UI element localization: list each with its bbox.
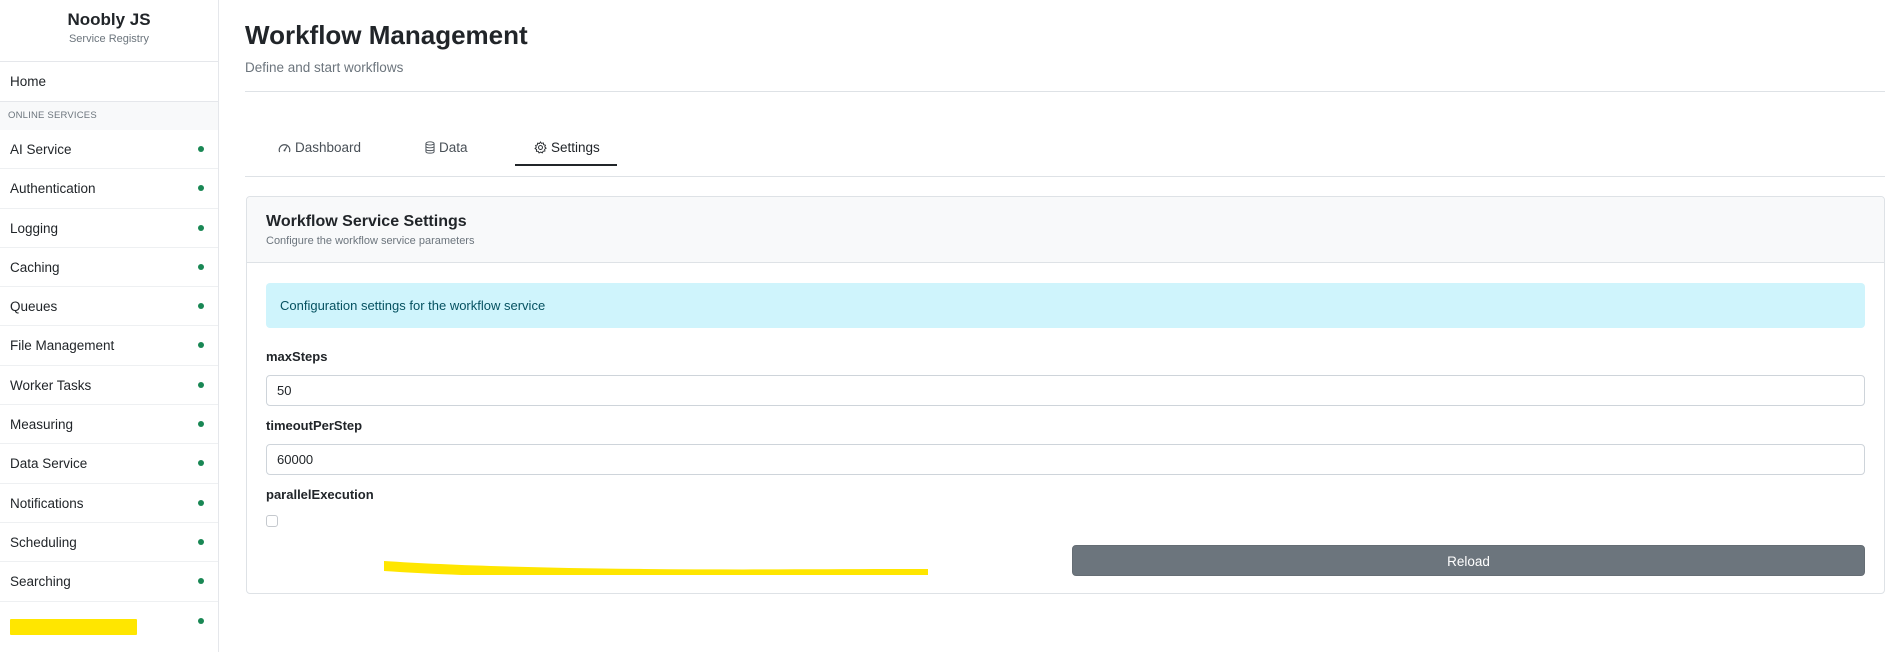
brand-title: Noobly JS	[67, 10, 151, 29]
tab-label: Data	[439, 140, 468, 155]
sidebar-item-searching[interactable]: Searching	[0, 562, 218, 602]
dashboard-gauge-icon	[278, 140, 295, 155]
sidebar-item-label: File Management	[10, 338, 115, 354]
sidebar-item-authentication[interactable]: Authentication	[0, 169, 218, 209]
sidebar-item-label: Scheduling	[10, 534, 77, 550]
gear-icon	[534, 140, 551, 155]
redaction-highlight	[384, 561, 928, 575]
sidebar-item-label: AI Service	[10, 142, 72, 157]
tab-settings[interactable]: Settings	[534, 130, 600, 166]
sidebar-item-label: Queues	[10, 299, 58, 315]
tab-data[interactable]: Data	[425, 130, 468, 166]
sidebar-item-scheduling[interactable]: Scheduling	[0, 523, 218, 563]
sidebar-item-label: Searching	[10, 574, 71, 590]
online-status-dot-icon	[198, 578, 204, 585]
online-status-dot-icon	[198, 617, 204, 624]
reload-button[interactable]: Reload	[1072, 545, 1865, 576]
online-services-section-label: ONLINE SERVICES	[0, 102, 218, 130]
sidebar-item-label: Worker Tasks	[10, 377, 92, 393]
max-steps-label: maxSteps	[266, 349, 328, 364]
tab-dashboard[interactable]: Dashboard	[278, 130, 361, 166]
settings-card: Workflow Service Settings Configure the …	[246, 196, 1885, 594]
card-header: Workflow Service Settings Configure the …	[247, 197, 1884, 263]
online-status-dot-icon	[198, 421, 204, 428]
online-status-dot-icon	[198, 499, 204, 506]
tab-label: Settings	[551, 140, 600, 155]
max-steps-input[interactable]	[266, 375, 1865, 406]
info-alert: Configuration settings for the workflow …	[266, 283, 1865, 328]
card-title: Workflow Service Settings	[266, 213, 467, 230]
timeout-per-step-input[interactable]	[266, 444, 1865, 475]
database-icon	[425, 140, 439, 155]
sidebar-item-measuring[interactable]: Measuring	[0, 405, 218, 445]
sidebar-item-logging[interactable]: Logging	[0, 209, 218, 248]
sidebar-item-label: Caching	[10, 259, 60, 275]
brand-subtitle: Service Registry	[68, 33, 150, 45]
online-status-dot-icon	[198, 224, 204, 231]
online-status-dot-icon	[198, 146, 204, 152]
sidebar-item-worker-tasks[interactable]: Worker Tasks	[0, 366, 218, 406]
sidebar-item-ai-service[interactable]: AI Service	[0, 130, 218, 170]
online-status-dot-icon	[198, 342, 204, 349]
main-content: Workflow Management Define and start wor…	[245, 0, 1885, 652]
sidebar-item-label: Authentication	[10, 181, 96, 197]
online-status-dot-icon	[198, 538, 204, 545]
sidebar-item-caching[interactable]: Caching	[0, 248, 218, 288]
page-subtitle: Define and start workflows	[245, 60, 404, 75]
page-title: Workflow Management	[245, 20, 528, 50]
active-tab-indicator	[515, 164, 617, 166]
sidebar-item-data-service[interactable]: Data Service	[0, 444, 218, 484]
header-divider	[245, 91, 1885, 92]
sidebar-item-label: Logging	[10, 220, 59, 236]
timeout-per-step-label: timeoutPerStep	[266, 418, 363, 433]
sidebar-item-home[interactable]: Home	[0, 62, 218, 102]
sidebar: Noobly JS Service Registry Home ONLINE S…	[0, 0, 219, 652]
tab-label: Dashboard	[295, 140, 362, 155]
sidebar-item-file-management[interactable]: File Management	[0, 326, 218, 366]
sidebar-item-label: Measuring	[10, 417, 74, 433]
sidebar-item-label: Data Service	[10, 456, 88, 472]
redaction-highlight	[10, 619, 137, 635]
sidebar-item-queues[interactable]: Queues	[0, 287, 218, 327]
online-status-dot-icon	[198, 460, 204, 467]
online-status-dot-icon	[198, 303, 204, 310]
online-status-dot-icon	[198, 185, 204, 192]
parallel-execution-checkbox[interactable]	[266, 515, 278, 527]
tab-bar: Dashboard Data Settings	[245, 130, 1885, 177]
online-status-dot-icon	[198, 381, 204, 388]
brand: Noobly JS Service Registry	[0, 0, 218, 62]
sidebar-item-notifications[interactable]: Notifications	[0, 484, 218, 523]
online-status-dot-icon	[198, 263, 204, 270]
parallel-execution-label: parallelExecution	[266, 487, 374, 502]
card-description: Configure the workflow service parameter…	[266, 235, 475, 247]
sidebar-item-label: Notifications	[10, 495, 84, 511]
